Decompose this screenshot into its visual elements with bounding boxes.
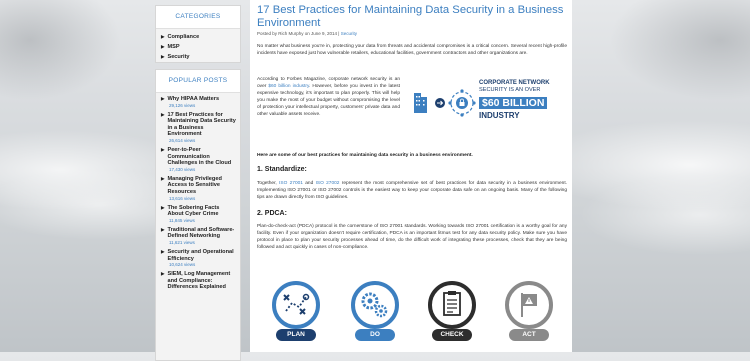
post-title[interactable]: Why HIPAA Matters <box>167 96 219 103</box>
banner-text: CORPORATE NETWORK SECURITY IS AN OVER $6… <box>479 80 564 121</box>
forbes-paragraph: According to Forbes Magazine, corporate … <box>257 76 400 118</box>
popular-post-item[interactable]: ▶ Security and Operational Efficiency 10,6… <box>156 249 240 268</box>
arrow-right-icon: ▶ <box>161 204 165 210</box>
standardize-paragraph: Together, ISO 27001 and ISO 27002 repres… <box>257 180 567 201</box>
post-views: 11,621 views <box>169 239 195 245</box>
sidebar: CATEGORIES ▶ Compliance ▶ MSP ▶ Security PO… <box>155 0 241 361</box>
category-label[interactable]: MSP <box>167 44 179 50</box>
post-title[interactable]: Traditional and Software-Defined Network… <box>167 227 236 240</box>
arrow-right-icon: ▶ <box>161 146 165 152</box>
iso-27001-link[interactable]: ISO 27001 <box>279 181 303 186</box>
pdca-paragraph: Plan-do-check-act (PDCA) protocol is the… <box>257 224 567 250</box>
do-label: DO <box>355 329 395 341</box>
clipboard-check-icon <box>428 281 476 329</box>
post-views: 13,616 views <box>169 195 196 201</box>
gears-icon <box>351 281 399 329</box>
post-title[interactable]: The Sobering Facts About Cyber Crime <box>167 205 236 218</box>
popular-posts-widget: POPULAR POSTS ▶ Why HIPAA Matters 29,126 v… <box>155 69 241 361</box>
arrow-right-icon: ▶ <box>161 44 165 49</box>
check-label: CHECK <box>432 329 472 341</box>
forbes-link[interactable]: $60 billion industry <box>268 84 309 89</box>
plan-step: PLAN <box>266 279 326 345</box>
s1-text-b: and <box>302 181 316 186</box>
act-label: ACT <box>509 329 549 341</box>
intro-paragraph: No matter what business you're in, prote… <box>257 44 567 56</box>
best-practices-intro: Here are some of our best practices for … <box>257 153 473 158</box>
plan-icon <box>272 281 320 329</box>
category-label[interactable]: Compliance <box>167 34 199 40</box>
article-content: 17 Best Practices for Maintaining Data S… <box>250 0 572 352</box>
categories-title: CATEGORIES <box>156 6 240 29</box>
arrow-right-icon: ▶ <box>161 248 165 254</box>
post-views: 10,624 views <box>169 262 196 268</box>
section-pdca-heading: 2. PDCA: <box>257 210 287 217</box>
banner-line2: SECURITY IS AN OVER <box>479 86 541 93</box>
popular-posts-title: POPULAR POSTS <box>156 70 240 93</box>
arrow-right-icon: ▶ <box>161 54 165 59</box>
categories-list: ▶ Compliance ▶ MSP ▶ Security <box>156 29 240 62</box>
post-title[interactable]: SIEM, Log Management and Compliance: Dif… <box>167 271 236 291</box>
popular-post-item[interactable]: ▶ 17 Best Practices for Maintaining Data … <box>156 112 240 144</box>
section-standardize-heading: 1. Standardize: <box>257 166 307 173</box>
arrow-right-icon: ▶ <box>161 34 165 39</box>
meta-category-link[interactable]: Security <box>341 31 357 36</box>
popular-post-item[interactable]: ▶ SIEM, Log Management and Compliance: Di… <box>156 271 240 291</box>
post-views: 26,614 views <box>169 137 196 143</box>
banner-line1: CORPORATE NETWORK <box>479 80 550 86</box>
s1-text-a: Together, <box>257 181 280 186</box>
building-to-network-illustration <box>414 89 476 117</box>
arrow-right-icon: ▶ <box>161 96 165 101</box>
post-title[interactable]: Security and Operational Efficiency <box>167 249 236 262</box>
category-msp[interactable]: ▶ MSP <box>156 42 240 52</box>
popular-post-item[interactable]: ▶ Managing Privileged Access to Sensitive… <box>156 176 240 202</box>
post-title[interactable]: 17 Best Practices for Maintaining Data S… <box>167 112 236 138</box>
act-step: ACT <box>499 279 559 345</box>
popular-post-item[interactable]: ▶ The Sobering Facts About Cyber Crime 11,… <box>156 205 240 224</box>
meta-text: Posted by Rich Murphy on June 9, 2014 | <box>257 31 341 36</box>
article-meta: Posted by Rich Murphy on June 9, 2014 | … <box>257 31 357 36</box>
check-step: CHECK <box>422 279 482 345</box>
post-views: 29,126 views <box>169 102 196 108</box>
security-banner: CORPORATE NETWORK SECURITY IS AN OVER $6… <box>406 75 566 128</box>
arrow-right-icon: ▶ <box>161 111 165 117</box>
post-title[interactable]: Managing Privileged Access to Sensitive … <box>167 176 236 196</box>
arrow-right-icon: ▶ <box>161 226 165 232</box>
post-views: 17,430 views <box>169 166 196 172</box>
category-security[interactable]: ▶ Security <box>156 52 240 62</box>
building-icon <box>414 93 427 113</box>
arrow-right-icon: ▶ <box>161 175 165 181</box>
category-compliance[interactable]: ▶ Compliance <box>156 32 240 42</box>
plan-label: PLAN <box>276 329 316 341</box>
popular-posts-list: ▶ Why HIPAA Matters 29,126 views ▶ 17 Best … <box>156 96 240 291</box>
banner-line4: INDUSTRY <box>479 111 520 121</box>
post-title[interactable]: Peer-to-Peer Communication Challenges in… <box>167 147 236 167</box>
banner-amount: $60 BILLION <box>479 97 548 110</box>
popular-post-item[interactable]: ▶ Peer-to-Peer Communication Challenges i… <box>156 147 240 173</box>
arrow-right-icon: ▶ <box>161 271 165 277</box>
categories-widget: CATEGORIES ▶ Compliance ▶ MSP ▶ Security <box>155 5 241 63</box>
category-label[interactable]: Security <box>167 54 189 60</box>
iso-27002-link[interactable]: ISO 27002 <box>316 181 340 186</box>
post-views: 11,845 views <box>169 217 195 223</box>
article-title[interactable]: 17 Best Practices for Maintaining Data S… <box>257 4 567 29</box>
do-step: DO <box>345 279 405 345</box>
arrow-circle-icon <box>435 98 445 108</box>
popular-post-item[interactable]: ▶ Traditional and Software-Defined Networ… <box>156 227 240 246</box>
warning-flag-icon <box>505 281 553 329</box>
popular-post-item[interactable]: ▶ Why HIPAA Matters 29,126 views <box>156 96 240 109</box>
network-lock-icon <box>448 89 476 117</box>
